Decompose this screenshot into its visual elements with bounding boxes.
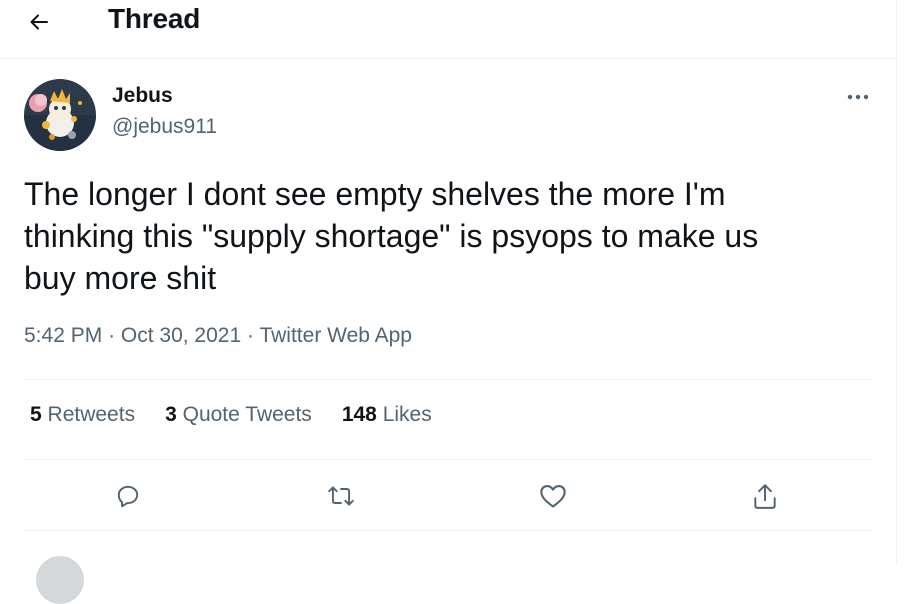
tweet-text-line: buy more shit (24, 260, 217, 296)
share-button[interactable] (745, 476, 785, 516)
retweet-button[interactable] (321, 476, 361, 516)
retweet-icon (328, 486, 354, 506)
reply-avatar[interactable] (36, 556, 84, 604)
avatar[interactable] (24, 79, 96, 151)
retweets-label: Retweets (47, 403, 136, 426)
likes-stat[interactable]: 148 Likes (342, 403, 432, 427)
thread-header: Thread (0, 0, 896, 59)
back-button[interactable] (22, 5, 56, 39)
tweet-time-link[interactable]: 5:42 PM (24, 324, 102, 347)
meta-separator: · (108, 324, 116, 347)
tweet-date-link[interactable]: Oct 30, 2021 (121, 324, 241, 347)
more-options-button[interactable] (838, 84, 878, 110)
retweets-stat[interactable]: 5 Retweets (30, 403, 135, 427)
reply-button[interactable] (108, 476, 148, 516)
quote-tweets-count: 3 (165, 403, 177, 426)
tweet-text-line: thinking this "supply shortage" is psyop… (24, 218, 759, 254)
tweet-source-link[interactable]: Twitter Web App (259, 324, 412, 347)
like-icon (540, 485, 566, 508)
more-icon (847, 94, 869, 100)
tweet-meta: 5:42 PM · Oct 30, 2021 · Twitter Web App (24, 324, 412, 348)
avatar-image (24, 79, 96, 151)
quote-tweets-label: Quote Tweets (182, 403, 312, 426)
likes-count: 148 (341, 403, 377, 426)
tweet-actions (24, 470, 872, 520)
divider (24, 379, 872, 380)
retweets-count: 5 (30, 403, 42, 426)
divider (24, 530, 872, 531)
reply-icon (117, 485, 139, 508)
author-handle[interactable]: @jebus911 (112, 115, 217, 139)
tweet-text-line: The longer I dont see empty shelves the … (24, 176, 726, 212)
page-title: Thread (108, 3, 201, 34)
likes-label: Likes (382, 403, 432, 426)
like-button[interactable] (533, 476, 573, 516)
arrow-left-icon (30, 14, 48, 30)
quote-tweets-stat[interactable]: 3 Quote Tweets (165, 403, 312, 427)
thread-column: Thread Jebus @jebus911 The longer I dont… (0, 0, 897, 604)
divider (24, 459, 872, 460)
author-display-name[interactable]: Jebus (112, 84, 173, 108)
tweet-stats: 5 Retweets 3 Quote Tweets 148 Likes (30, 403, 462, 427)
tweet-text: The longer I dont see empty shelves the … (24, 173, 864, 299)
meta-separator: · (247, 324, 254, 347)
share-icon (754, 484, 776, 509)
